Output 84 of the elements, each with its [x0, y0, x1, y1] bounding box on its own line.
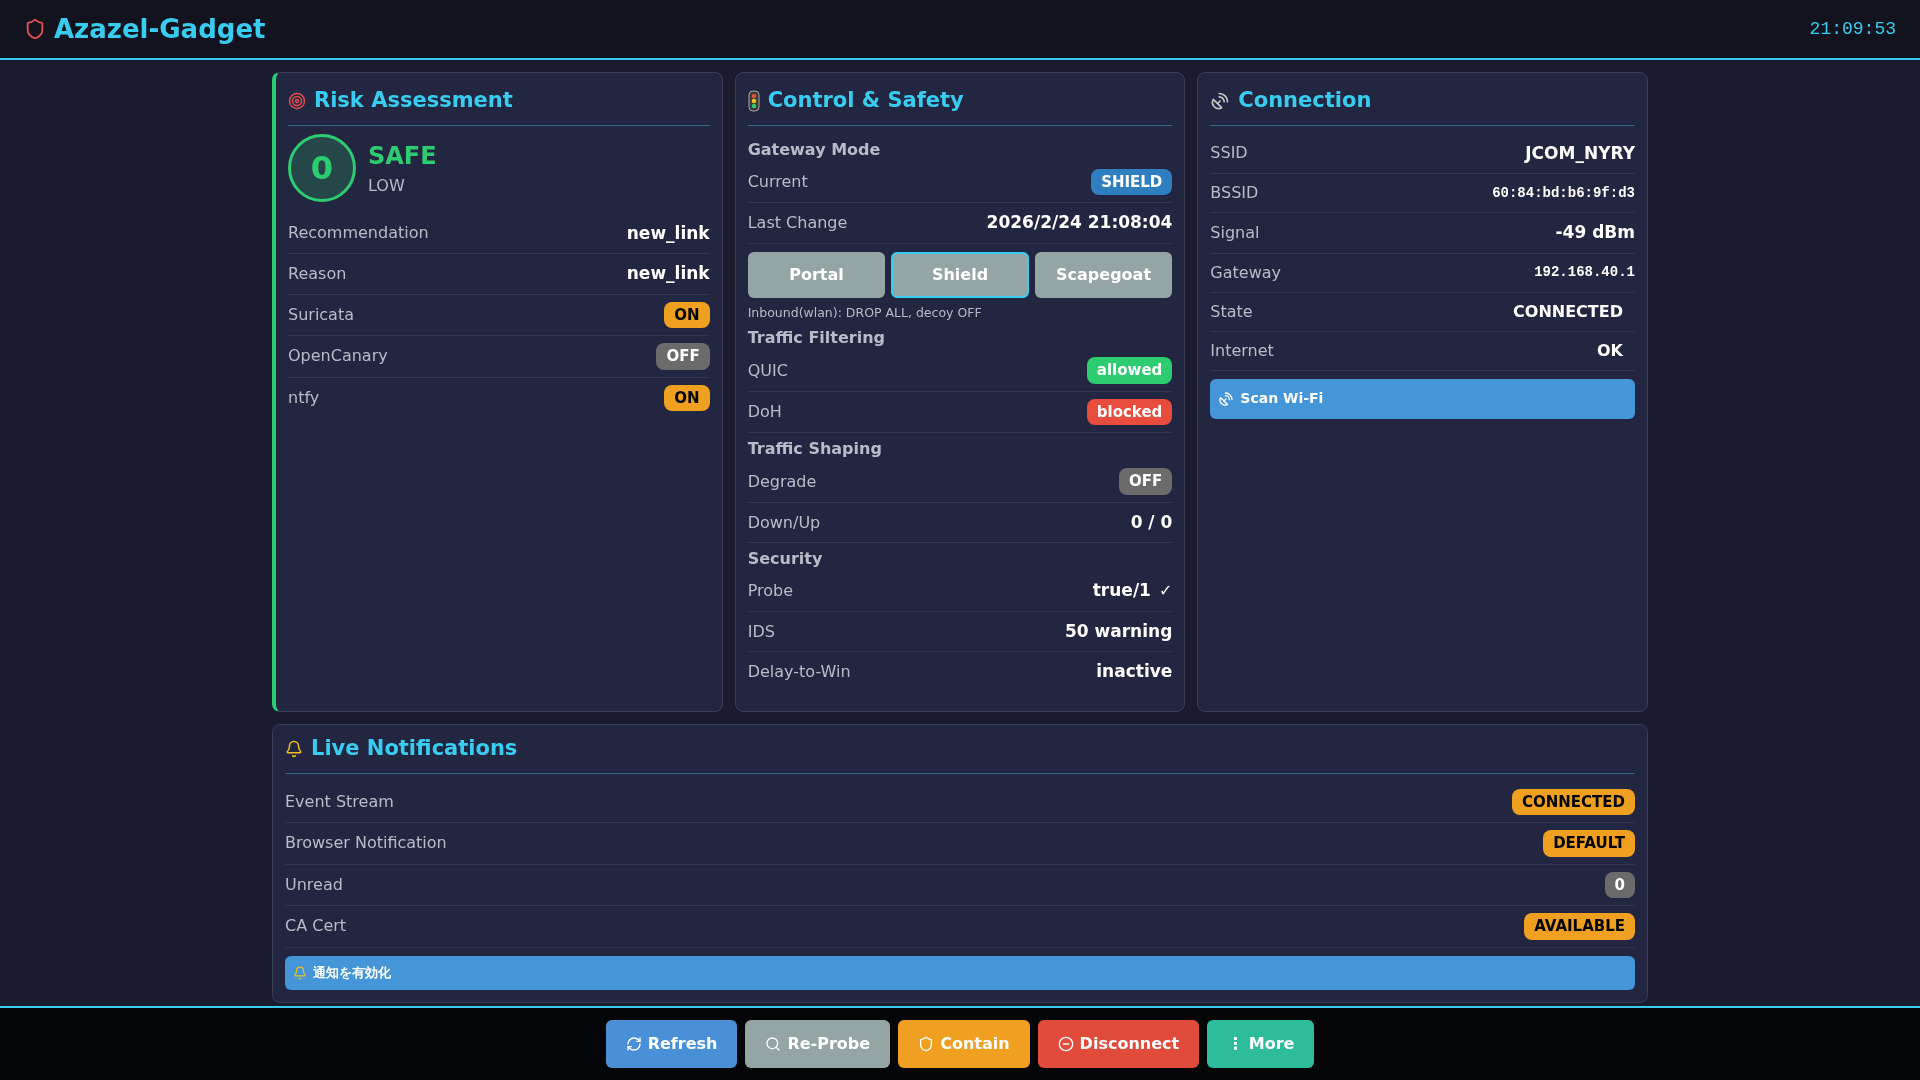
- clock: 21:09:53: [1809, 17, 1896, 41]
- status-badge: ON: [664, 384, 710, 411]
- row-label: Probe: [747, 580, 794, 602]
- action-button[interactable]: Contain: [898, 1020, 1030, 1068]
- section-heading: Traffic Filtering: [747, 327, 886, 350]
- card-title: Connection: [1238, 87, 1372, 114]
- section-heading: Security: [747, 548, 824, 571]
- row-label: CA Cert: [285, 915, 347, 938]
- target-icon: [288, 91, 306, 110]
- row-label: Signal: [1210, 221, 1260, 244]
- row-label: BSSID: [1210, 182, 1259, 204]
- satellite-dish-icon: [1218, 390, 1235, 407]
- mode-button[interactable]: Scapegoat: [1034, 251, 1173, 298]
- row-label: Last Change: [747, 211, 848, 234]
- shield-icon: [24, 18, 46, 40]
- traffic-light-icon: [747, 89, 760, 112]
- value-text: true/1: [1092, 579, 1151, 603]
- value-text: new_link: [626, 221, 710, 245]
- check-mark: ✓: [1158, 580, 1173, 602]
- value-text: -49 dBm: [1555, 221, 1635, 244]
- no-entry-icon: [1057, 1036, 1074, 1052]
- enable-notifications-button[interactable]: 通知を有効化: [285, 955, 1635, 990]
- value-text: 0 / 0: [1130, 510, 1173, 534]
- value-text: 50 warning: [1065, 619, 1173, 643]
- status-badge: SHIELD: [1091, 168, 1173, 195]
- row-label: SSID: [1210, 142, 1248, 165]
- mode-note: Inbound(wlan): DROP ALL, decoy OFF: [747, 303, 983, 322]
- row-label: Browser Notification: [285, 832, 447, 855]
- search-icon: [765, 1036, 782, 1052]
- row-label: State: [1210, 300, 1253, 323]
- row-label: Recommendation: [288, 222, 429, 245]
- value-text: OK: [1597, 339, 1624, 362]
- row-label: DoH: [747, 401, 782, 423]
- value-text: 60:84:bd:b6:9f:d3: [1492, 183, 1635, 203]
- risk-level: LOW: [368, 174, 406, 197]
- row-label: IDS: [747, 620, 775, 643]
- status-badge: DEFAULT: [1543, 830, 1635, 857]
- value-text: 2026/2/24 21:08:04: [986, 211, 1173, 234]
- row-label: QUIC: [747, 359, 788, 382]
- bell-icon: [293, 965, 307, 980]
- row-label: Internet: [1210, 339, 1274, 362]
- risk-status: SAFE: [368, 140, 437, 172]
- status-badge: OFF: [1119, 468, 1173, 495]
- status-badge: 0: [1604, 871, 1635, 898]
- bell-icon: [285, 739, 303, 758]
- row-label: Current: [747, 170, 808, 193]
- row-label: Reason: [288, 262, 347, 285]
- action-button[interactable]: Re-Probe: [745, 1020, 891, 1068]
- row-label: Suricata: [288, 303, 354, 326]
- mode-button[interactable]: Shield: [891, 251, 1029, 298]
- value-text: JCOM_NYRY: [1525, 141, 1635, 165]
- value-text: 192.168.40.1: [1534, 263, 1635, 282]
- row-label: Unread: [285, 873, 343, 896]
- score-ring: 0: [288, 133, 356, 202]
- scan-wifi-button[interactable]: Scan Wi-Fi: [1210, 378, 1635, 419]
- card-title: Risk Assessment: [314, 87, 513, 114]
- row-label: Gateway: [1210, 261, 1281, 284]
- action-button[interactable]: Refresh: [605, 1020, 738, 1068]
- status-badge: AVAILABLE: [1524, 913, 1635, 940]
- status-badge: blocked: [1086, 398, 1173, 426]
- row-label: Down/Up: [747, 511, 821, 534]
- value-text: new_link: [626, 262, 710, 285]
- row-label: ntfy: [288, 386, 320, 409]
- satellite-dish-icon: [1210, 90, 1231, 111]
- action-button[interactable]: ⋮ More: [1207, 1020, 1315, 1068]
- value-text: inactive: [1096, 660, 1173, 684]
- status-badge: CONNECTED: [1511, 788, 1635, 815]
- value-text: CONNECTED: [1513, 300, 1624, 323]
- section-heading: Gateway Mode: [747, 138, 882, 161]
- refresh-icon: [625, 1036, 642, 1052]
- app-title: Azazel-Gadget: [54, 12, 266, 46]
- status-badge: OFF: [656, 343, 710, 370]
- card-title: Control & Safety: [767, 87, 964, 114]
- action-button[interactable]: Disconnect: [1037, 1020, 1200, 1068]
- status-badge: allowed: [1086, 357, 1173, 384]
- shield-icon: [918, 1036, 935, 1052]
- section-heading: Traffic Shaping: [747, 438, 883, 461]
- row-label: Degrade: [747, 470, 817, 493]
- row-label: Delay-to-Win: [747, 661, 851, 683]
- mode-button[interactable]: Portal: [747, 251, 886, 298]
- card-title: Live Notifications: [311, 735, 518, 762]
- row-label: Event Stream: [285, 790, 394, 813]
- status-badge: ON: [664, 301, 710, 328]
- row-label: OpenCanary: [288, 345, 388, 368]
